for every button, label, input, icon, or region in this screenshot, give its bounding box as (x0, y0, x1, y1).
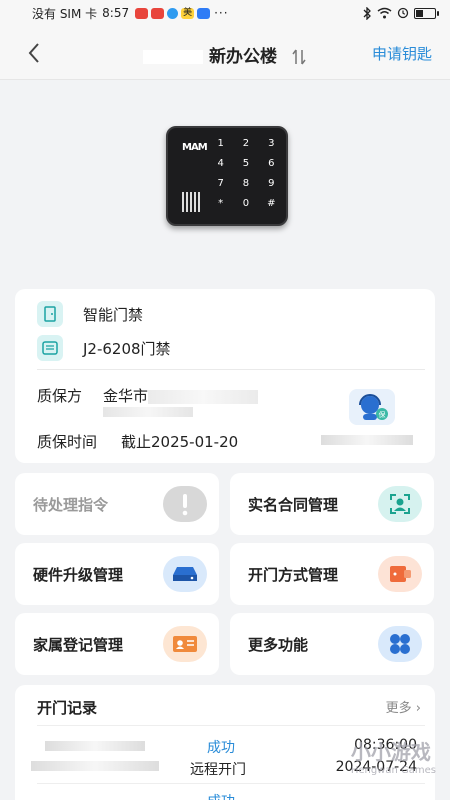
record-status: 成功 (207, 740, 235, 756)
keypad-key: * (218, 198, 224, 209)
keypad-key: 2 (242, 138, 250, 149)
chevron-right-icon: › (415, 701, 421, 716)
device-name: J2-6208门禁 (83, 339, 171, 358)
app-notification-icon (151, 7, 165, 19)
door-icon (37, 301, 63, 327)
keypad: 1 2 3 4 5 6 7 8 9 * 0 # (208, 136, 284, 212)
record-status: 成功 (207, 791, 235, 800)
grid-icon (378, 626, 422, 662)
watermark-text: 小小游戏 (350, 740, 431, 764)
carrier-text: 没有 SIM 卡 (32, 6, 98, 21)
device-logo: MAM (182, 142, 208, 153)
tile-label: 家属登记管理 (33, 635, 124, 654)
keypad-key: 5 (242, 158, 250, 169)
device-type-row: 智能门禁 (37, 301, 143, 327)
keypad-key: 8 (242, 178, 250, 189)
notification-icons: 美 (135, 7, 211, 19)
keypad-key: 9 (268, 178, 275, 189)
divider (37, 725, 425, 726)
nav-bar: 新办公楼 申请钥匙 (0, 26, 450, 80)
status-bar: 没有 SIM 卡 8:57 美 ··· (0, 0, 450, 26)
clock: 8:57 (102, 6, 130, 20)
keypad-key: 6 (268, 158, 275, 169)
records-title: 开门记录 (37, 699, 98, 717)
app-notification-icon (197, 7, 211, 19)
meituan-icon: 美 (181, 7, 195, 19)
page-title-text: 新办公楼 (209, 47, 278, 67)
tile-label: 更多功能 (248, 635, 309, 654)
device-type-label: 智能门禁 (83, 305, 144, 324)
warranty-label: 质保方 (37, 387, 83, 405)
device-image: MAM 1 2 3 4 5 6 7 8 9 * 0 # (166, 126, 288, 226)
app-notification-icon (167, 7, 179, 19)
family-registration-button[interactable]: 家属登记管理 (15, 613, 219, 675)
watermark-subtext: Hengwan Games (350, 765, 436, 776)
hardware-icon (163, 556, 207, 592)
face-scan-icon (378, 486, 422, 522)
customer-service-icon: 保 (359, 394, 388, 420)
door-lock-icon (378, 556, 422, 592)
qr-code-icon (182, 192, 202, 212)
tile-label: 硬件升级管理 (33, 565, 124, 584)
keypad-key: # (267, 198, 276, 209)
divider (37, 783, 425, 784)
redacted-text (103, 407, 193, 417)
device-icon (37, 335, 63, 361)
system-icons (362, 6, 439, 20)
unlock-method-button[interactable]: 开门方式管理 (230, 543, 434, 605)
device-info-card: 智能门禁 J2-6208门禁 质保方 金华市 质保时间 截止2025-01-20… (15, 289, 435, 463)
app-notification-icon (135, 7, 149, 19)
warranty-value: 金华市 (103, 385, 259, 406)
divider (37, 369, 425, 370)
record-method: 远程开门 (190, 762, 246, 778)
records-more-link[interactable]: 更多 › (386, 697, 421, 716)
tile-label: 开门方式管理 (248, 565, 339, 584)
tile-label: 待处理指令 (33, 495, 109, 514)
keypad-key: 0 (242, 198, 250, 209)
svg-text:保: 保 (379, 410, 386, 419)
warranty-value-text: 金华市 (103, 387, 149, 405)
redacted-user (45, 741, 145, 751)
keypad-key: 3 (268, 138, 275, 149)
redacted-text (148, 389, 259, 404)
redacted-phone (31, 761, 159, 771)
keypad-key: 1 (217, 138, 224, 149)
bluetooth-icon (363, 6, 371, 20)
keypad-key: 7 (217, 178, 224, 189)
contract-management-button[interactable]: 实名合同管理 (230, 473, 434, 535)
switch-building-icon[interactable] (291, 48, 307, 66)
more-functions-button[interactable]: 更多功能 (230, 613, 434, 675)
records-more-label: 更多 (385, 701, 412, 716)
more-notifications-icon: ··· (214, 6, 229, 20)
warranty-time-label: 质保时间 (37, 433, 98, 451)
battery-icon (414, 7, 439, 19)
tile-label: 实名合同管理 (248, 495, 339, 514)
pending-commands-button[interactable]: 待处理指令 (15, 473, 219, 535)
wifi-icon (377, 7, 392, 19)
warranty-time-value: 截止2025-01-20 (121, 433, 239, 451)
device-name-row: J2-6208门禁 (37, 335, 171, 361)
redacted-phone (321, 435, 413, 445)
alarm-icon (397, 7, 409, 19)
redacted-prefix (143, 50, 204, 64)
id-card-icon (163, 626, 207, 662)
alert-icon (163, 486, 207, 522)
customer-service-button[interactable]: 保 (349, 389, 395, 425)
watermark: 小小游戏 Hengwan Games (351, 736, 436, 776)
firmware-upgrade-button[interactable]: 硬件升级管理 (15, 543, 219, 605)
keypad-key: 4 (217, 158, 224, 169)
apply-key-button[interactable]: 申请钥匙 (372, 43, 432, 64)
